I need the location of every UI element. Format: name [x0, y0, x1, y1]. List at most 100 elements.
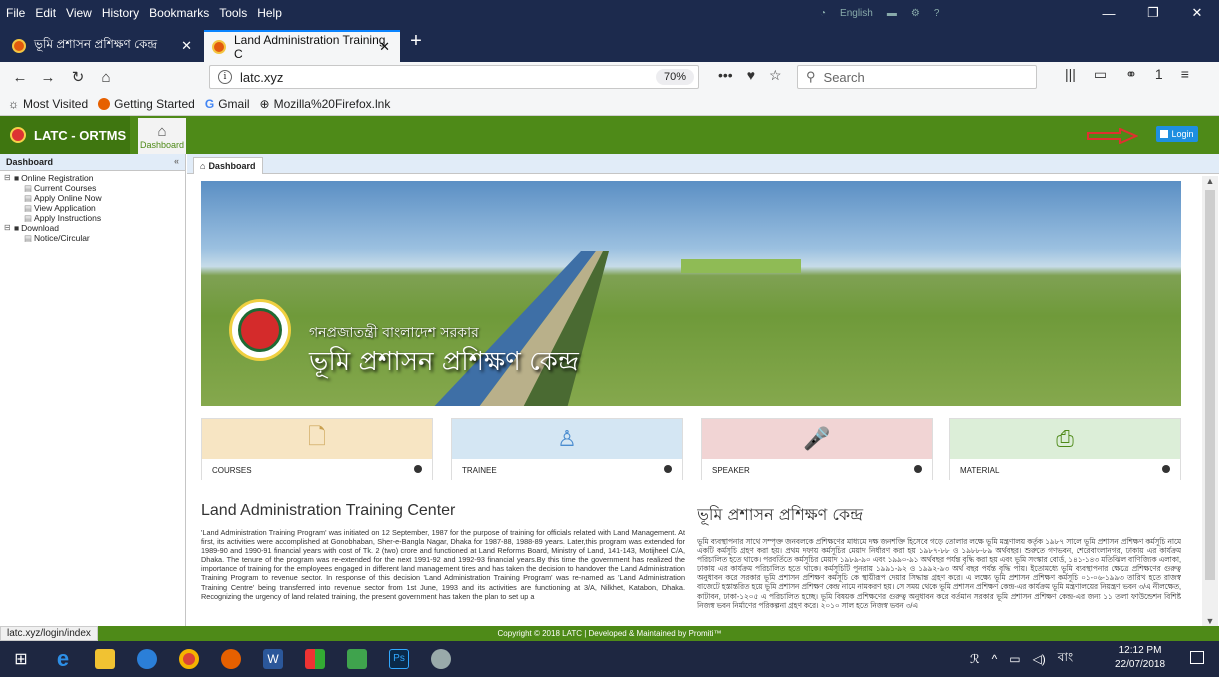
tile-material[interactable]: ⎙ MATERIAL: [949, 418, 1181, 481]
sidebar-icon[interactable]: ▭: [1094, 66, 1107, 83]
expand-icon[interactable]: ⊟: [4, 223, 12, 233]
home-icon[interactable]: ⌂: [94, 66, 118, 88]
excel-like-icon[interactable]: [336, 641, 378, 677]
language-label[interactable]: English: [840, 8, 873, 19]
more-actions-icon[interactable]: •••: [718, 67, 733, 84]
app-grid-icon[interactable]: [294, 641, 336, 677]
tab-latc[interactable]: Land Administration Training C ✕: [204, 30, 400, 62]
url-text[interactable]: latc.xyz: [240, 70, 283, 85]
library-icon[interactable]: |||: [1065, 66, 1076, 83]
close-tab-icon[interactable]: ✕: [379, 39, 390, 55]
search-bar[interactable]: ⚲ Search: [797, 65, 1037, 89]
zoom-indicator[interactable]: 70%: [655, 69, 694, 85]
word-icon[interactable]: W: [252, 641, 294, 677]
tree-item-current-courses[interactable]: ▤ Current Courses: [4, 183, 185, 193]
hamburger-menu-icon[interactable]: ≡: [1181, 66, 1189, 83]
nav-tree: ⊟ ■ Online Registration ▤ Current Courses…: [0, 173, 185, 243]
menu-help[interactable]: Help: [257, 6, 282, 20]
tab-bar: ভূমি প্রশাসন প্রশিক্ষণ কেন্দ্র ✕ Land Ad…: [0, 26, 1219, 62]
pdf-icon: ⎙: [1056, 426, 1074, 451]
tree-item-view-application[interactable]: ▤ View Application: [4, 203, 185, 213]
help-icon[interactable]: ?: [934, 8, 940, 19]
bookmarks-bar: ☼ Most Visited Getting Started G Gmail ⊕…: [0, 92, 1219, 116]
edge-icon[interactable]: e: [42, 641, 84, 677]
tile-trainee[interactable]: ♙ TRAINEE: [451, 418, 683, 481]
home-dashboard-button[interactable]: ⌂ Dashboard: [138, 118, 186, 154]
minimize-icon[interactable]: —: [1087, 0, 1131, 26]
arrow-circle-icon[interactable]: [914, 465, 922, 473]
arrow-circle-icon[interactable]: [664, 465, 672, 473]
tree-item-download[interactable]: ⊟ ■ Download: [4, 223, 185, 233]
skype-icon[interactable]: [126, 641, 168, 677]
tree-item-notice-circular[interactable]: ▤ Notice/Circular: [4, 233, 185, 243]
input-language[interactable]: বাং: [1058, 649, 1073, 669]
bookmark-gmail[interactable]: G Gmail: [205, 97, 250, 111]
scroll-down-icon[interactable]: ▼: [1202, 616, 1218, 626]
photoshop-icon[interactable]: Ps: [378, 641, 420, 677]
brand[interactable]: LATC - ORTMS: [0, 116, 130, 154]
clock[interactable]: 12:12 PM 22/07/2018: [1115, 644, 1165, 672]
volume-icon[interactable]: ◁): [1033, 652, 1046, 666]
collapse-icon[interactable]: «: [174, 156, 179, 166]
language-icon[interactable]: ◔: [820, 8, 826, 19]
scroll-thumb[interactable]: [1205, 190, 1215, 580]
paint-icon[interactable]: [420, 641, 462, 677]
close-icon[interactable]: ✕: [1175, 0, 1219, 26]
tree-item-apply-online[interactable]: ▤ Apply Online Now: [4, 193, 185, 203]
menu-file[interactable]: File: [6, 6, 25, 20]
notification-badge[interactable]: 1: [1155, 66, 1163, 83]
scroll-up-icon[interactable]: ▲: [1202, 176, 1218, 186]
app-header: LATC - ORTMS ⌂ Dashboard Login: [0, 116, 1219, 154]
tile-courses[interactable]: 🗋 COURSES: [201, 418, 433, 481]
folder-icon: ■: [14, 223, 20, 233]
firefox-taskbar-icon[interactable]: [210, 641, 252, 677]
arrow-circle-icon[interactable]: [414, 465, 422, 473]
login-button[interactable]: Login: [1156, 126, 1198, 142]
tile-speaker[interactable]: 🎤 SPEAKER: [701, 418, 933, 481]
about-english: Land Administration Training Center 'Lan…: [201, 502, 685, 626]
back-icon[interactable]: ←: [8, 66, 32, 88]
expand-icon[interactable]: ⊟: [4, 173, 12, 183]
site-favicon-icon: [212, 40, 226, 54]
menu-view[interactable]: View: [66, 6, 92, 20]
bookmark-getting-started[interactable]: Getting Started: [98, 97, 195, 111]
extension-icon[interactable]: ⚭: [1125, 66, 1137, 83]
menu-edit[interactable]: Edit: [35, 6, 56, 20]
tree-item-apply-instructions[interactable]: ▤ Apply Instructions: [4, 213, 185, 223]
menu-items: File Edit View History Bookmarks Tools H…: [0, 6, 282, 20]
action-center-icon[interactable]: [1190, 651, 1204, 664]
tab-bangla[interactable]: ভূমি প্রশাসন প্রশিক্ষণ কেন্দ্র ✕: [4, 30, 202, 62]
url-bar[interactable]: i latc.xyz 70%: [209, 65, 699, 89]
menu-tools[interactable]: Tools: [219, 6, 247, 20]
restore-icon[interactable]: ❐: [1131, 0, 1175, 26]
settings-icon[interactable]: ⚙: [911, 8, 920, 19]
menu-bookmarks[interactable]: Bookmarks: [149, 6, 209, 20]
people-icon[interactable]: ℛ: [970, 652, 980, 666]
bookmark-star-icon[interactable]: ☆: [769, 67, 782, 84]
new-tab-icon[interactable]: +: [404, 30, 428, 53]
menu-history[interactable]: History: [102, 6, 139, 20]
banner-title: ভূমি প্রশাসন প্রশিক্ষণ কেন্দ্র: [309, 347, 579, 377]
tree-item-online-registration[interactable]: ⊟ ■ Online Registration: [4, 173, 185, 183]
keyboard-icon[interactable]: ▬: [887, 8, 897, 19]
tab-dashboard[interactable]: ⌂ Dashboard: [193, 157, 263, 174]
about-bangla: ভূমি প্রশাসন প্রশিক্ষণ কেন্দ্র ভূমি ব্যব…: [697, 502, 1181, 626]
chrome-icon[interactable]: [168, 641, 210, 677]
chevron-up-icon[interactable]: ^: [992, 652, 998, 666]
content-scrollbar[interactable]: ▲ ▼: [1202, 176, 1218, 626]
info-icon[interactable]: i: [218, 70, 232, 84]
file-explorer-icon[interactable]: [84, 641, 126, 677]
start-icon[interactable]: ⊞: [0, 641, 42, 677]
pocket-icon[interactable]: ♥: [747, 67, 755, 84]
network-icon[interactable]: ▭: [1009, 652, 1020, 666]
toolbar-icons: ||| ▭ ⚭ 1 ≡: [1065, 66, 1189, 83]
page-actions: ••• ♥ ☆: [718, 67, 782, 84]
close-tab-icon[interactable]: ✕: [181, 38, 192, 54]
globe-icon: ⊕: [259, 96, 270, 111]
arrow-circle-icon[interactable]: [1162, 465, 1170, 473]
bookmark-most-visited[interactable]: ☼ Most Visited: [8, 97, 88, 111]
tree-label: Apply Instructions: [34, 213, 102, 223]
reload-icon[interactable]: ↻: [66, 66, 90, 88]
bookmark-firefox-lnk[interactable]: ⊕ Mozilla%20Firefox.lnk: [260, 97, 391, 111]
forward-icon[interactable]: →: [36, 66, 60, 88]
